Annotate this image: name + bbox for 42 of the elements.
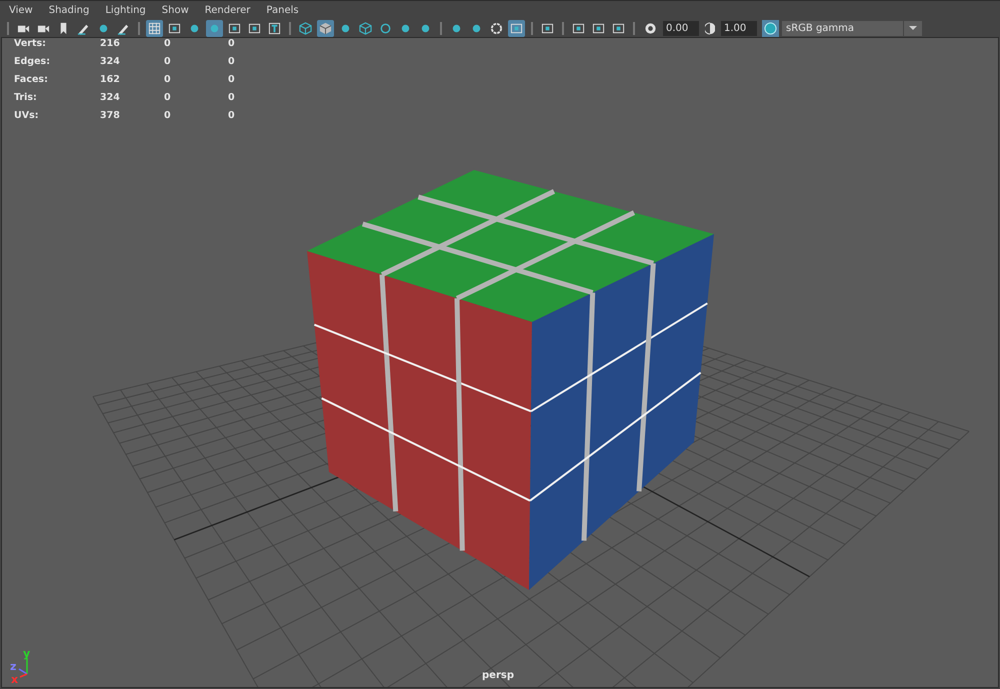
stat-value: 0 [164, 70, 228, 88]
stat-label: Edges: [14, 54, 51, 68]
square-icon[interactable] [508, 20, 525, 36]
axis-label: z [10, 660, 16, 673]
color-management-button[interactable] [762, 20, 779, 36]
shaded-cube-icon[interactable] [317, 20, 334, 36]
wireframe-cube-icon[interactable] [297, 20, 314, 36]
aperture-icon[interactable] [644, 22, 657, 34]
camera-label: persp [482, 670, 514, 681]
stat-value: 0 [164, 38, 228, 52]
axis-gizmo [18, 658, 28, 678]
menu-item[interactable]: Panels [266, 4, 299, 16]
stat-label: UVs: [14, 108, 40, 122]
stat-value: 378 [100, 106, 164, 124]
stat-value: 0 [228, 54, 236, 68]
stat-value: 216 [100, 38, 164, 52]
menu-item[interactable]: Renderer [204, 4, 250, 16]
stat-value: 0 [164, 88, 228, 106]
menu-item[interactable]: Shading [48, 4, 90, 16]
stat-value: 324 [100, 52, 164, 70]
stat-value: 324 [100, 88, 164, 106]
stat-value: 0 [228, 90, 236, 104]
exposure-field[interactable]: 0.00 [663, 20, 699, 36]
menu-item[interactable]: Lighting [105, 4, 146, 16]
stat-label: Tris: [14, 90, 38, 104]
stat-value: 0 [164, 106, 228, 124]
menu-item[interactable]: Show [162, 4, 189, 16]
axis-label: x [11, 673, 18, 686]
menu-item[interactable]: View [9, 4, 33, 16]
cube-icon[interactable] [357, 20, 374, 36]
grid-icon[interactable] [146, 20, 163, 36]
stat-value: 0 [164, 52, 228, 70]
color-space-dropdown[interactable]: sRGB gamma [782, 20, 922, 36]
stat-label: Faces: [14, 72, 49, 86]
stat-label: Verts: [14, 38, 47, 50]
gamma-field[interactable]: 1.00 [721, 20, 757, 36]
contrast-icon[interactable] [705, 22, 715, 34]
axis-label: y [23, 647, 30, 660]
stat-value: 0 [228, 108, 236, 122]
stat-value: 0 [228, 38, 236, 50]
stat-value: 162 [100, 70, 164, 88]
stat-value: 0 [228, 72, 236, 86]
